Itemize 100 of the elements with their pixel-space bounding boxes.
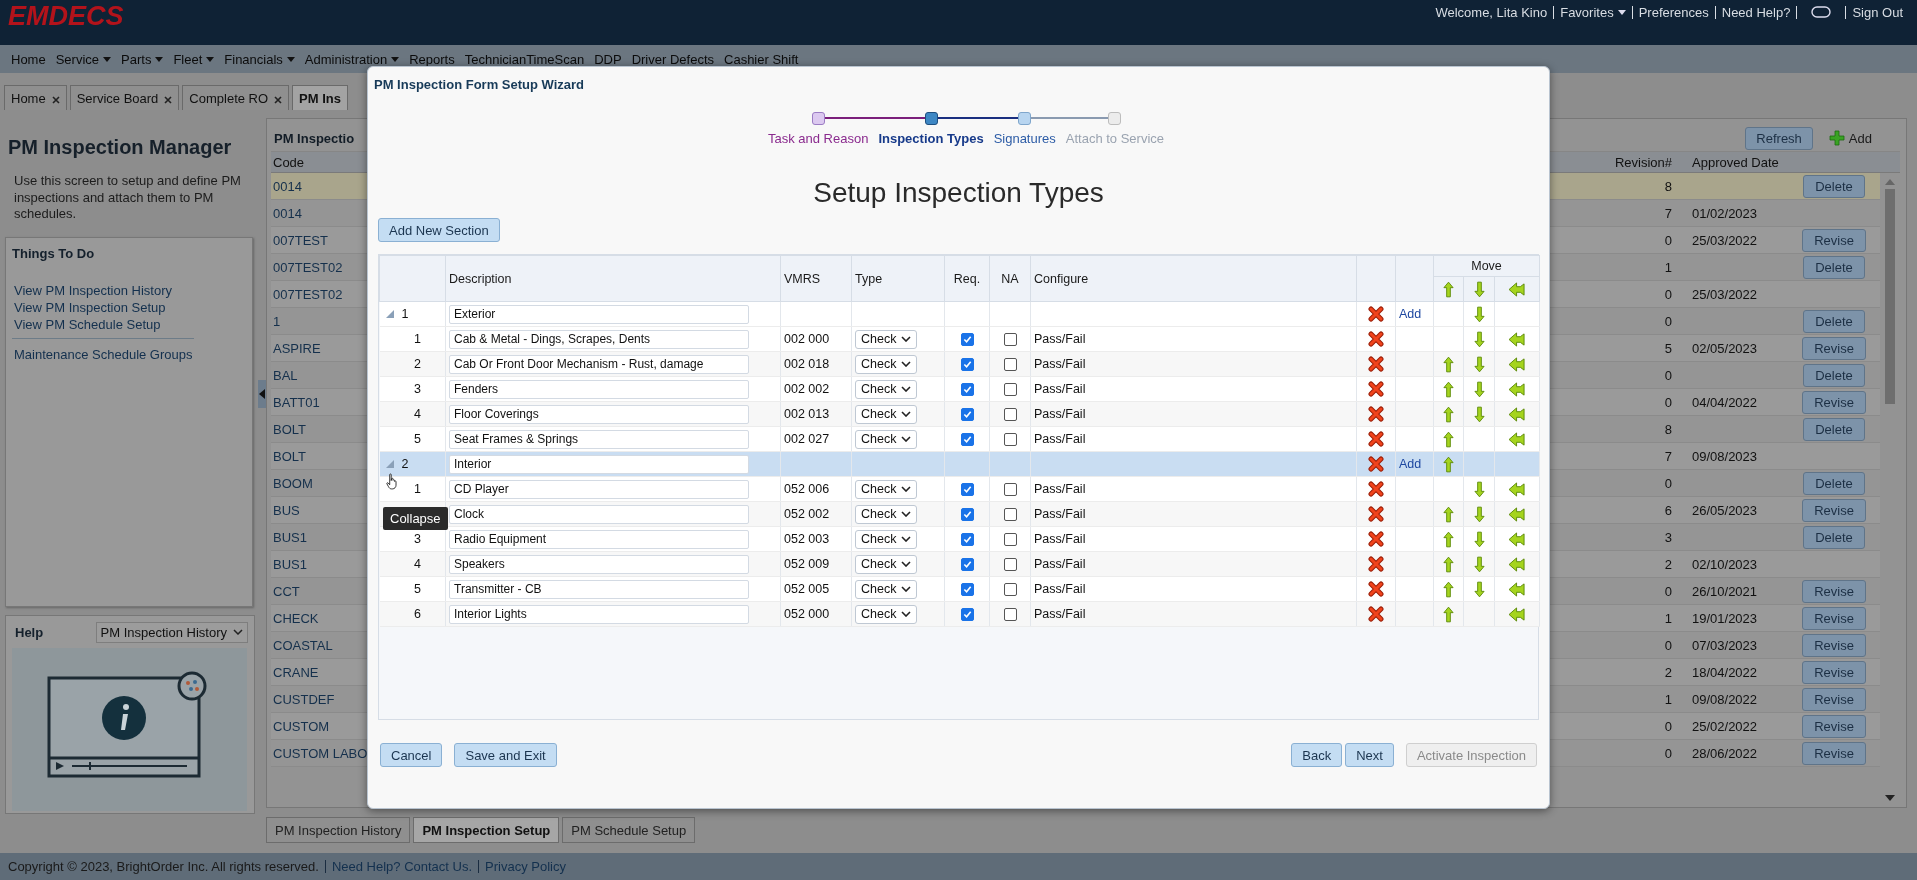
type-dropdown[interactable]: Check	[855, 329, 917, 349]
step-node[interactable]	[924, 111, 938, 125]
na-checkbox[interactable]	[1003, 583, 1017, 597]
row-action-button[interactable]: Revise	[1802, 606, 1866, 630]
required-checkbox[interactable]	[960, 508, 974, 522]
step-label[interactable]: Signatures	[988, 125, 1061, 146]
step-label[interactable]: Inspection Types	[873, 125, 989, 146]
close-icon[interactable]	[274, 95, 283, 104]
menu-item[interactable]: Parts	[116, 51, 169, 67]
dialog-button[interactable]: Cancel	[380, 743, 443, 767]
row-action-button[interactable]: Revise	[1802, 228, 1866, 252]
scroll-thumb[interactable]	[1885, 189, 1895, 404]
row-action-button[interactable]: Delete	[1803, 255, 1865, 279]
dialog-button[interactable]: Next	[1345, 743, 1394, 767]
page-tab[interactable]: PM Ins	[292, 85, 348, 110]
up-arrow-icon[interactable]	[1443, 355, 1454, 373]
menu-item[interactable]: Cashier Shift	[719, 51, 804, 67]
relocate-arrow-icon[interactable]	[1507, 506, 1527, 522]
menu-item[interactable]: TechnicianTimeScan	[459, 51, 590, 67]
delete-icon[interactable]	[1368, 331, 1384, 347]
row-action-button[interactable]: Revise	[1802, 741, 1866, 765]
relocate-arrow-icon[interactable]	[1507, 531, 1527, 547]
na-checkbox[interactable]	[1003, 533, 1017, 547]
header-link[interactable]: Preferences	[1632, 4, 1715, 20]
relocate-arrow-icon[interactable]	[1507, 606, 1527, 622]
type-dropdown[interactable]: Check	[855, 504, 917, 524]
row-action-button[interactable]: Revise	[1802, 579, 1866, 603]
section-name-field[interactable]: Interior	[449, 454, 749, 474]
todo-link[interactable]: View PM Schedule Setup	[12, 316, 194, 332]
header-link[interactable]: Sign Out	[1846, 4, 1909, 20]
up-arrow-icon[interactable]	[1443, 455, 1454, 473]
description-field[interactable]: Cab Or Front Door Mechanism - Rust, damage	[449, 354, 749, 374]
video-help-drawing[interactable]	[12, 647, 247, 811]
up-arrow-icon[interactable]	[1443, 605, 1454, 623]
delete-icon[interactable]	[1368, 481, 1384, 497]
required-checkbox[interactable]	[960, 483, 974, 497]
row-action-button[interactable]: Delete	[1803, 417, 1865, 441]
dialog-button[interactable]: Save and Exit	[454, 743, 557, 767]
dialog-button[interactable]: Back	[1291, 743, 1343, 767]
down-arrow-icon[interactable]	[1473, 555, 1485, 573]
relocate-arrow-icon[interactable]	[1507, 556, 1527, 572]
menu-item[interactable]: Fleet	[168, 51, 220, 67]
type-dropdown[interactable]: Check	[855, 479, 917, 499]
row-action-button[interactable]: Revise	[1802, 660, 1866, 684]
type-dropdown[interactable]: Check	[855, 429, 917, 449]
delete-icon[interactable]	[1368, 306, 1384, 322]
delete-icon[interactable]	[1368, 556, 1384, 572]
type-dropdown[interactable]: Check	[855, 579, 917, 599]
header-link[interactable]: Need Help?	[1715, 4, 1797, 20]
menu-item[interactable]: Service	[50, 51, 117, 67]
delete-icon[interactable]	[1368, 581, 1384, 597]
row-action-button[interactable]: Revise	[1802, 336, 1866, 360]
type-dropdown[interactable]: Check	[855, 379, 917, 399]
type-dropdown[interactable]: Check	[855, 529, 917, 549]
down-arrow-icon[interactable]	[1473, 380, 1485, 398]
row-action-button[interactable]: Revise	[1802, 687, 1866, 711]
required-checkbox[interactable]	[960, 583, 974, 597]
na-checkbox[interactable]	[1003, 608, 1017, 622]
row-action-button[interactable]: Revise	[1802, 498, 1866, 522]
row-action-button[interactable]: Revise	[1802, 633, 1866, 657]
step-node[interactable]	[811, 111, 825, 125]
row-action-button[interactable]: Delete	[1803, 174, 1865, 198]
description-field[interactable]: Clock	[449, 504, 749, 524]
up-arrow-icon[interactable]	[1443, 530, 1454, 548]
delete-icon[interactable]	[1368, 356, 1384, 372]
description-field[interactable]: Speakers	[449, 554, 749, 574]
required-checkbox[interactable]	[960, 383, 974, 397]
na-checkbox[interactable]	[1003, 433, 1017, 447]
section-name-field[interactable]: Exterior	[449, 304, 749, 324]
na-checkbox[interactable]	[1003, 383, 1017, 397]
close-icon[interactable]	[51, 95, 60, 104]
na-checkbox[interactable]	[1003, 333, 1017, 347]
page-tab[interactable]: Service Board	[69, 85, 180, 110]
na-checkbox[interactable]	[1003, 508, 1017, 522]
down-arrow-icon[interactable]	[1473, 505, 1485, 523]
step-node[interactable]	[1108, 111, 1122, 125]
up-arrow-icon[interactable]	[1443, 380, 1454, 398]
up-arrow-icon[interactable]	[1443, 505, 1454, 523]
section-tab[interactable]: PM Schedule Setup	[562, 817, 696, 843]
section-tab[interactable]: PM Inspection History	[266, 817, 411, 843]
required-checkbox[interactable]	[960, 533, 974, 547]
down-arrow-icon[interactable]	[1473, 480, 1485, 498]
type-dropdown[interactable]: Check	[855, 554, 917, 574]
type-dropdown[interactable]: Check	[855, 604, 917, 624]
up-arrow-icon[interactable]	[1443, 580, 1454, 598]
required-checkbox[interactable]	[960, 608, 974, 622]
row-action-button[interactable]: Delete	[1803, 309, 1865, 333]
page-tab[interactable]: Complete RO	[182, 85, 290, 110]
scroll-down-icon[interactable]	[1885, 795, 1895, 801]
expander-icon[interactable]	[385, 310, 394, 318]
delete-icon[interactable]	[1368, 456, 1384, 472]
down-arrow-icon[interactable]	[1473, 330, 1485, 348]
required-checkbox[interactable]	[960, 408, 974, 422]
down-arrow-icon[interactable]	[1473, 355, 1485, 373]
todo-link[interactable]: View PM Inspection History	[12, 282, 194, 298]
toggle-icon[interactable]	[1811, 6, 1832, 18]
row-action-button[interactable]: Revise	[1802, 714, 1866, 738]
type-dropdown[interactable]: Check	[855, 354, 917, 374]
required-checkbox[interactable]	[960, 333, 974, 347]
row-action-button[interactable]: Delete	[1803, 525, 1865, 549]
